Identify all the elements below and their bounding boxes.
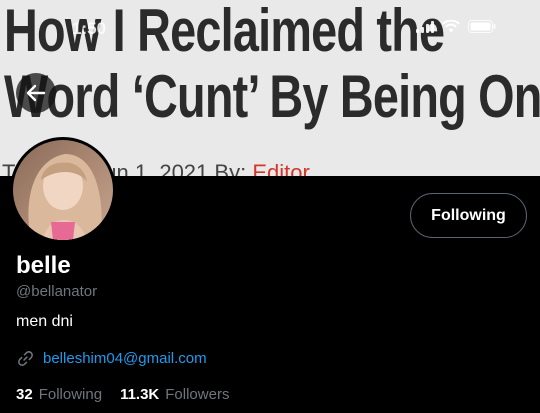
cellular-signal-icon: [416, 20, 434, 33]
avatar[interactable]: [10, 137, 116, 243]
profile-stats: 32 Following 11.3K Followers: [16, 386, 229, 403]
byline-date: Jun 1, 2021 By:: [93, 160, 247, 176]
following-count: 32: [16, 386, 33, 403]
back-button[interactable]: [16, 73, 56, 113]
profile-handle: @bellanator: [16, 283, 98, 300]
profile-bio: men dni: [16, 313, 73, 330]
link-icon: [18, 351, 33, 366]
followers-count-link[interactable]: 11.3K Followers: [120, 386, 229, 403]
back-arrow-icon: [26, 84, 46, 102]
followers-count: 11.3K: [120, 386, 160, 403]
status-bar-icons: [416, 20, 496, 33]
profile-website-link[interactable]: belleshim04@gmail.com: [43, 350, 207, 367]
following-button[interactable]: Following: [410, 193, 527, 238]
byline-author: Editor: [252, 160, 310, 176]
wifi-icon: [442, 20, 460, 33]
following-count-link[interactable]: 32 Following: [16, 386, 102, 403]
following-label: Following: [38, 386, 103, 403]
banner-headline-line-2: Word ‘Cunt’ By Being One: [4, 63, 540, 130]
profile-link-row: belleshim04@gmail.com: [16, 349, 207, 368]
followers-label: Followers: [165, 386, 230, 403]
status-bar-time: 1:50: [72, 19, 107, 38]
profile-screen: How I Reclaimed the Word ‘Cunt’ By Being…: [0, 0, 540, 413]
profile-name: belle: [16, 252, 71, 279]
battery-icon: [468, 20, 496, 33]
